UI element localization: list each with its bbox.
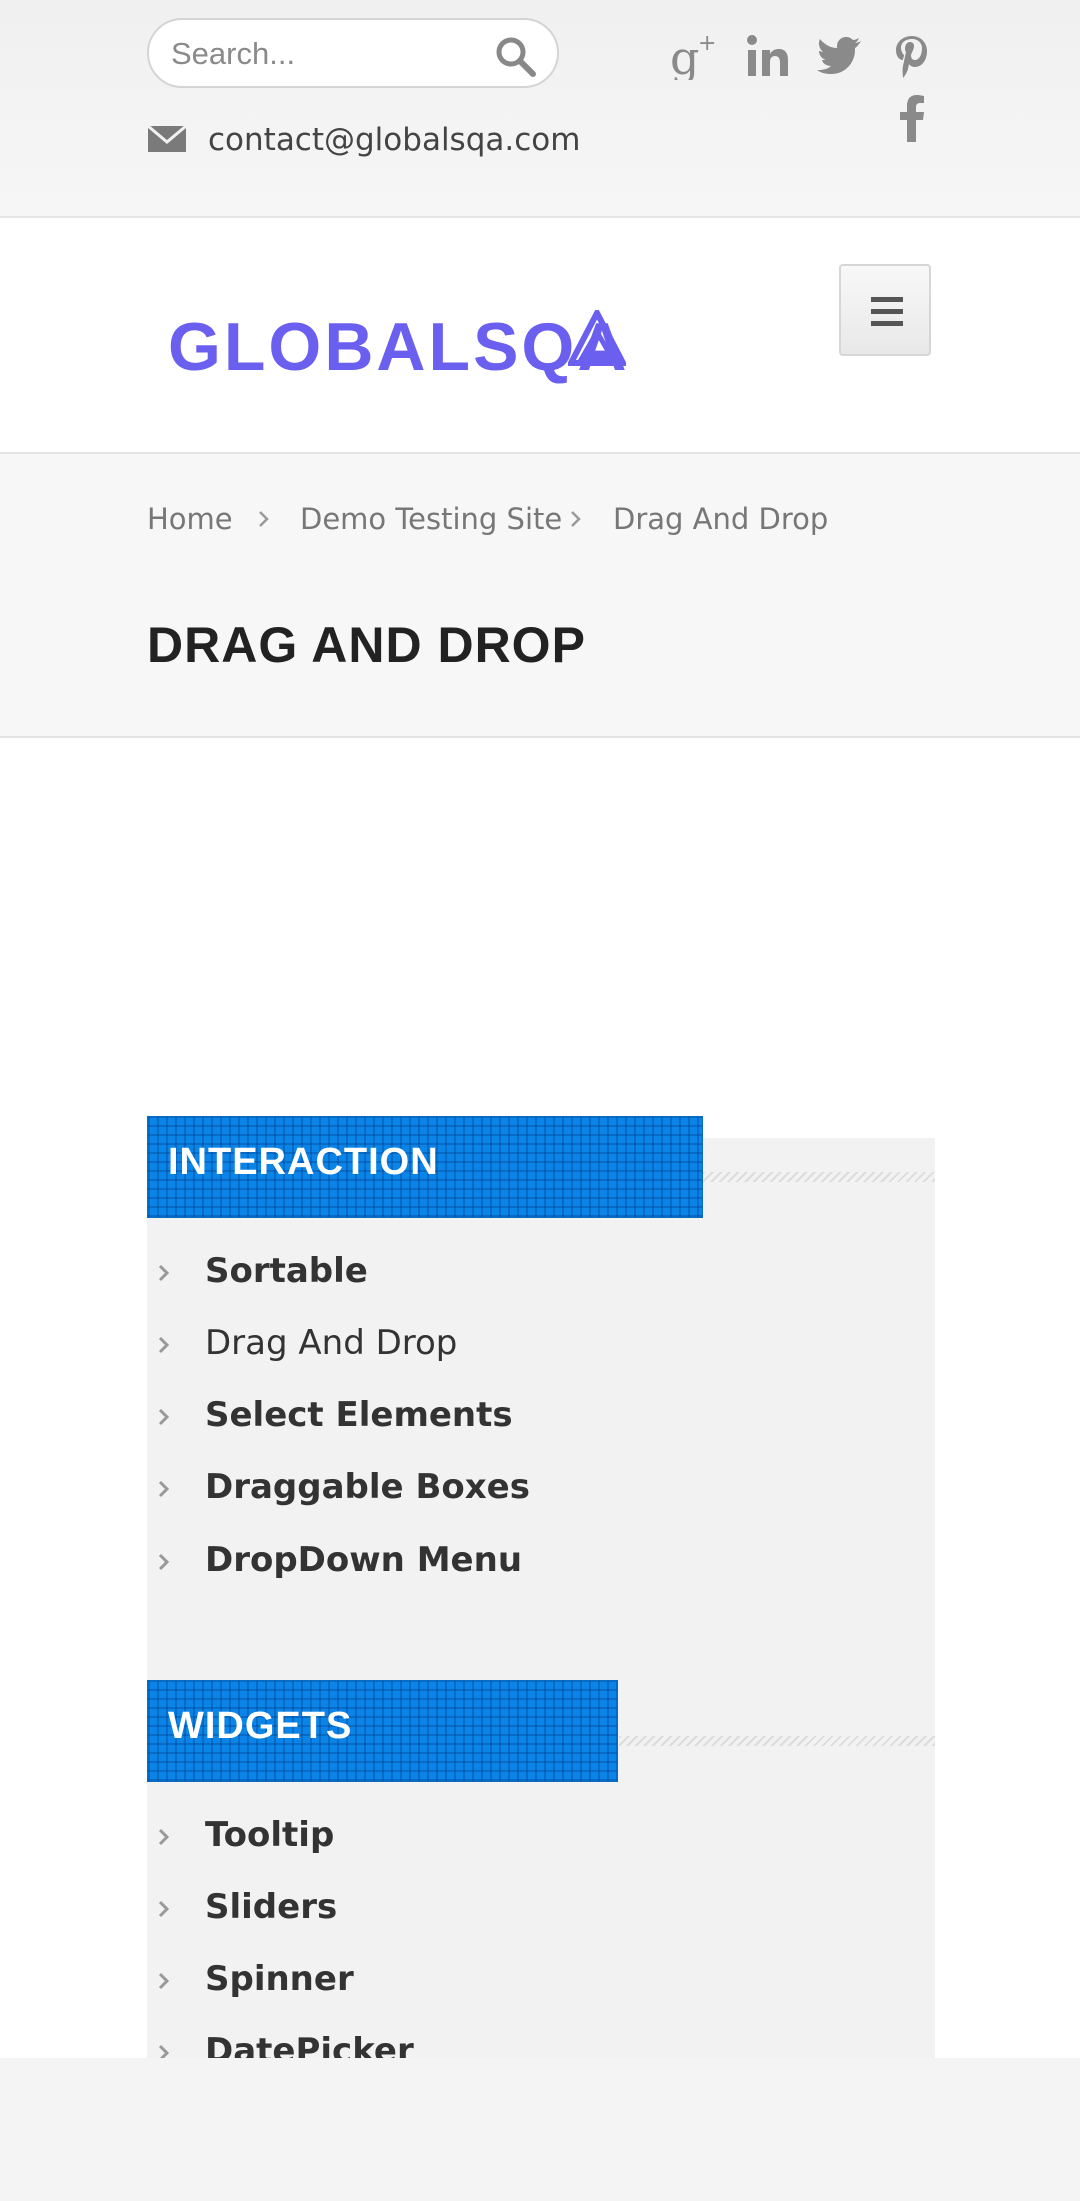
pinterest-icon[interactable] xyxy=(894,34,930,80)
twitter-icon[interactable] xyxy=(816,36,862,76)
bottom-bar xyxy=(0,2058,1080,2201)
google-plus-icon[interactable]: g + xyxy=(670,30,716,80)
menu-toggle-button[interactable] xyxy=(839,264,931,356)
widget-title: WIDGETS xyxy=(168,1705,353,1747)
chevron-right-icon xyxy=(158,1900,170,1918)
sidebar-item-label[interactable]: Select Elements xyxy=(205,1395,513,1435)
breadcrumb-demo-testing-site[interactable]: Demo Testing Site xyxy=(300,502,562,536)
sidebar-item-label[interactable]: Draggable Boxes xyxy=(205,1467,530,1507)
page-title: DRAG AND DROP xyxy=(147,617,586,673)
widget-divider xyxy=(703,1172,935,1182)
sidebar-item-spinner[interactable]: Spinner xyxy=(147,1951,935,2011)
breadcrumb-home[interactable]: Home xyxy=(147,502,233,536)
chevron-right-icon xyxy=(158,1972,170,1990)
logo-triangle-icon xyxy=(568,310,626,366)
sidebar-item-draggable-boxes[interactable]: Draggable Boxes xyxy=(147,1459,935,1519)
sidebar-item-sliders[interactable]: Sliders xyxy=(147,1879,935,1939)
chevron-right-icon xyxy=(158,1828,170,1846)
widget-title: INTERACTION xyxy=(168,1141,439,1183)
sidebar-item-label[interactable]: DropDown Menu xyxy=(205,1540,522,1580)
chevron-right-icon xyxy=(571,511,581,527)
breadcrumb-current: Drag And Drop xyxy=(613,502,829,536)
search-box xyxy=(147,18,559,88)
top-bar: g + contact@globalsqa.com xyxy=(0,0,1080,218)
chevron-right-icon xyxy=(259,511,269,527)
widget-header-interaction: INTERACTION xyxy=(147,1116,703,1218)
widget-divider xyxy=(619,1736,935,1746)
chevron-right-icon xyxy=(158,1408,170,1426)
linkedin-icon[interactable] xyxy=(746,34,790,78)
search-input[interactable] xyxy=(169,28,473,80)
svg-text:+: + xyxy=(698,31,716,56)
chevron-right-icon xyxy=(158,1480,170,1498)
page-title-bar: Home Demo Testing Site Drag And Drop DRA… xyxy=(0,454,1080,738)
site-logo[interactable]: GLOBALSQA xyxy=(168,308,629,386)
widget-header-widgets: WIDGETS xyxy=(147,1680,618,1782)
sidebar-item-label[interactable]: Tooltip xyxy=(205,1815,334,1855)
contact-email[interactable]: contact@globalsqa.com xyxy=(208,122,580,158)
sidebar-item-label[interactable]: Sliders xyxy=(205,1887,337,1927)
site-header: GLOBALSQA xyxy=(0,218,1080,454)
chevron-right-icon xyxy=(158,1264,170,1282)
mail-icon xyxy=(147,124,187,152)
sidebar-item-label[interactable]: Drag And Drop xyxy=(205,1323,457,1363)
chevron-right-icon xyxy=(158,1336,170,1354)
facebook-icon[interactable] xyxy=(898,94,926,142)
sidebar-item-drag-and-drop[interactable]: Drag And Drop xyxy=(147,1315,935,1375)
sidebar-item-label[interactable]: Spinner xyxy=(205,1959,354,1999)
search-icon[interactable] xyxy=(493,34,537,78)
svg-text:g: g xyxy=(670,31,699,80)
sidebar-item-sortable[interactable]: Sortable xyxy=(147,1243,935,1303)
sidebar-item-label[interactable]: Sortable xyxy=(205,1251,368,1291)
sidebar-item-select-elements[interactable]: Select Elements xyxy=(147,1387,935,1447)
chevron-right-icon xyxy=(158,1553,170,1571)
sidebar-item-dropdown-menu[interactable]: DropDown Menu xyxy=(147,1532,935,1592)
sidebar-item-tooltip[interactable]: Tooltip xyxy=(147,1807,935,1867)
